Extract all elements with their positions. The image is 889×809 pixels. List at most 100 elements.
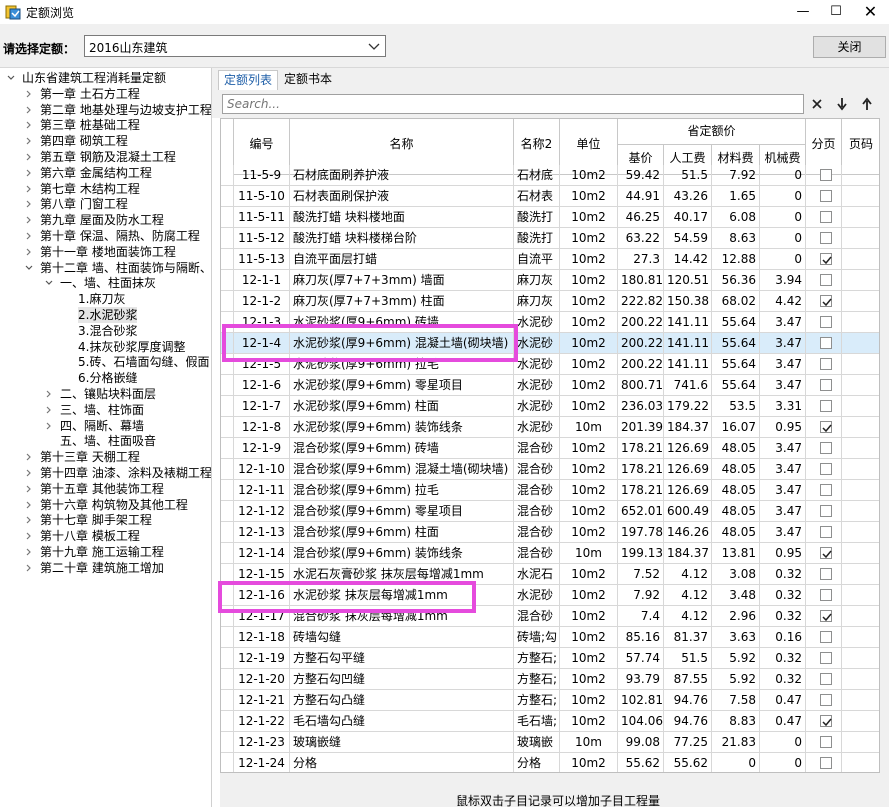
checkbox-checked[interactable]: [820, 610, 832, 622]
checkbox[interactable]: [820, 589, 832, 601]
chevron-right-icon[interactable]: [24, 165, 34, 181]
checkbox[interactable]: [820, 631, 832, 643]
quota-select[interactable]: 2016山东建筑: [84, 35, 386, 57]
checkbox[interactable]: [820, 400, 832, 412]
table-row[interactable]: 12-1-1 麻刀灰(厚7+7+3mm) 墙面 麻刀灰 10m2 180.81 120.5…: [221, 270, 879, 291]
chevron-right-icon[interactable]: [24, 512, 34, 528]
tree-chapter[interactable]: 第四章 砌筑工程: [40, 133, 128, 149]
tree-section[interactable]: 三、墙、柱饰面: [60, 402, 144, 418]
table-row[interactable]: 12-1-12 混合砂浆(厚9+6mm) 零星项目 混合砂 10m2 652.01 600…: [221, 501, 879, 522]
chevron-right-icon[interactable]: [24, 86, 34, 102]
checkbox[interactable]: [820, 673, 832, 685]
tree-chapter[interactable]: 第五章 钢筋及混凝土工程: [40, 149, 176, 165]
checkbox-checked[interactable]: [820, 715, 832, 727]
table-row[interactable]: 12-1-10 混合砂浆(厚9+6mm) 混凝土墙(砌块墙) 混合砂 10m2 178.…: [221, 459, 879, 480]
checkbox[interactable]: [820, 694, 832, 706]
checkbox[interactable]: [820, 379, 832, 391]
tree-chapter[interactable]: 第十七章 脚手架工程: [40, 512, 152, 528]
table-row[interactable]: 12-1-19 方整石勾平缝 方整石; 10m2 57.74 51.5 5.92 0.32: [221, 648, 879, 669]
checkbox[interactable]: [820, 316, 832, 328]
table-row[interactable]: 12-1-11 混合砂浆(厚9+6mm) 拉毛 混合砂 10m2 178.21 126.6…: [221, 480, 879, 501]
tree-item[interactable]: 2.水泥砂浆: [78, 307, 138, 323]
search-input[interactable]: [222, 94, 804, 114]
table-row[interactable]: 11-5-9 石材底面刷养护液 石材底 10m2 59.42 51.5 7.92 0: [221, 165, 879, 186]
minimize-button[interactable]: —: [783, 0, 823, 24]
chevron-right-icon[interactable]: [24, 560, 34, 576]
checkbox[interactable]: [820, 652, 832, 664]
table-row[interactable]: 12-1-21 方整石勾凸缝 方整石; 10m2 102.81 94.76 7.58 0.47: [221, 690, 879, 711]
table-row[interactable]: 12-1-13 混合砂浆(厚9+6mm) 柱面 混合砂 10m2 197.78 146.2…: [221, 522, 879, 543]
table-row[interactable]: 11-5-12 酸洗打蜡 块料楼梯台阶 酸洗打 10m2 63.22 54.59 8.63 0: [221, 228, 879, 249]
tree-item[interactable]: 5.砖、石墙面勾缝、假面: [78, 354, 209, 370]
checkbox[interactable]: [820, 442, 832, 454]
tree-item[interactable]: 6.分格嵌缝: [78, 370, 137, 386]
tree-chapter[interactable]: 第三章 桩基础工程: [40, 117, 140, 133]
chevron-right-icon[interactable]: [24, 181, 34, 197]
chevron-right-icon[interactable]: [24, 117, 34, 133]
chevron-right-icon[interactable]: [24, 133, 34, 149]
table-row[interactable]: 12-1-9 混合砂浆(厚9+6mm) 砖墙 混合砂 10m2 178.21 126.69…: [221, 438, 879, 459]
tab-quota-book[interactable]: 定额书本: [279, 70, 337, 90]
tree-chapter[interactable]: 第二章 地基处理与边坡支护工程: [40, 102, 211, 118]
checkbox[interactable]: [820, 337, 832, 349]
tree-chapter[interactable]: 第十九章 施工运输工程: [40, 544, 164, 560]
chevron-right-icon[interactable]: [24, 481, 34, 497]
chevron-right-icon[interactable]: [24, 449, 34, 465]
chevron-right-icon[interactable]: [24, 465, 34, 481]
chevron-right-icon[interactable]: [24, 212, 34, 228]
arrow-up-icon[interactable]: [858, 95, 876, 113]
checkbox[interactable]: [820, 505, 832, 517]
chevron-right-icon[interactable]: [24, 196, 34, 212]
checkbox[interactable]: [820, 232, 832, 244]
checkbox[interactable]: [820, 736, 832, 748]
table-row[interactable]: 12-1-8 水泥砂浆(厚9+6mm) 装饰线条 水泥砂 10m 201.39 184.3…: [221, 417, 879, 438]
close-button[interactable]: 关闭: [813, 36, 886, 58]
close-window-button[interactable]: ✕: [852, 0, 889, 24]
chevron-right-icon[interactable]: [24, 244, 34, 260]
table-row[interactable]: 12-1-20 方整石勾凹缝 方整石; 10m2 93.79 87.55 5.92 0.32: [221, 669, 879, 690]
chevron-right-icon[interactable]: [44, 402, 54, 418]
tree-chapter[interactable]: 第十二章 墙、柱面装饰与隔断、: [40, 260, 211, 276]
tree-chapter[interactable]: 第十八章 模板工程: [40, 528, 140, 544]
chevron-right-icon[interactable]: [24, 102, 34, 118]
arrow-down-icon[interactable]: [833, 95, 851, 113]
checkbox[interactable]: [820, 211, 832, 223]
tree-chapter[interactable]: 第十章 保温、隔热、防腐工程: [40, 228, 200, 244]
chevron-right-icon[interactable]: [44, 386, 54, 402]
table-row[interactable]: 11-5-13 自流平面层打蜡 自流平 10m2 27.3 14.42 12.88 0: [221, 249, 879, 270]
tree-section[interactable]: 二、镶贴块料面层: [60, 386, 156, 402]
checkbox[interactable]: [820, 484, 832, 496]
chevron-right-icon[interactable]: [44, 418, 54, 434]
tree-chapter[interactable]: 第二十章 建筑施工增加: [40, 560, 164, 576]
tree-chapter[interactable]: 第一章 土石方工程: [40, 86, 140, 102]
tree-section[interactable]: 四、隔断、幕墙: [60, 418, 144, 434]
checkbox[interactable]: [820, 358, 832, 370]
checkbox-checked[interactable]: [820, 421, 832, 433]
tree-item[interactable]: 3.混合砂浆: [78, 323, 137, 339]
chevron-right-icon[interactable]: [24, 528, 34, 544]
chevron-down-icon[interactable]: [44, 275, 54, 291]
checkbox[interactable]: [820, 526, 832, 538]
checkbox[interactable]: [820, 190, 832, 202]
clear-icon[interactable]: [808, 95, 826, 113]
tab-quota-list[interactable]: 定额列表: [218, 70, 279, 90]
tree-item[interactable]: 4.抹灰砂浆厚度调整: [78, 339, 185, 355]
tree-chapter[interactable]: 第六章 金属结构工程: [40, 165, 152, 181]
vertical-scrollbar[interactable]: [880, 118, 889, 773]
tree-chapter[interactable]: 第七章 木结构工程: [40, 181, 140, 197]
tree-chapter[interactable]: 第八章 门窗工程: [40, 196, 128, 212]
tree-chapter[interactable]: 第十五章 其他装饰工程: [40, 481, 164, 497]
table-row[interactable]: 12-1-2 麻刀灰(厚7+7+3mm) 柱面 麻刀灰 10m2 222.82 150.3…: [221, 291, 879, 312]
checkbox-checked[interactable]: [820, 295, 832, 307]
chevron-right-icon[interactable]: [24, 544, 34, 560]
table-row[interactable]: 12-1-14 混合砂浆(厚9+6mm) 装饰线条 混合砂 10m 199.13 184.…: [221, 543, 879, 564]
tree-chapter[interactable]: 第九章 屋面及防水工程: [40, 212, 164, 228]
chevron-down-icon[interactable]: [24, 260, 34, 276]
tree-chapter[interactable]: 第十三章 天棚工程: [40, 449, 140, 465]
chevron-right-icon[interactable]: [24, 497, 34, 513]
tree-section[interactable]: 一、墙、柱面抹灰: [60, 275, 156, 291]
tree-chapter[interactable]: 第十一章 楼地面装饰工程: [40, 244, 176, 260]
chevron-right-icon[interactable]: [24, 228, 34, 244]
checkbox[interactable]: [820, 463, 832, 475]
tree-section[interactable]: 五、墙、柱面吸音: [60, 433, 156, 449]
